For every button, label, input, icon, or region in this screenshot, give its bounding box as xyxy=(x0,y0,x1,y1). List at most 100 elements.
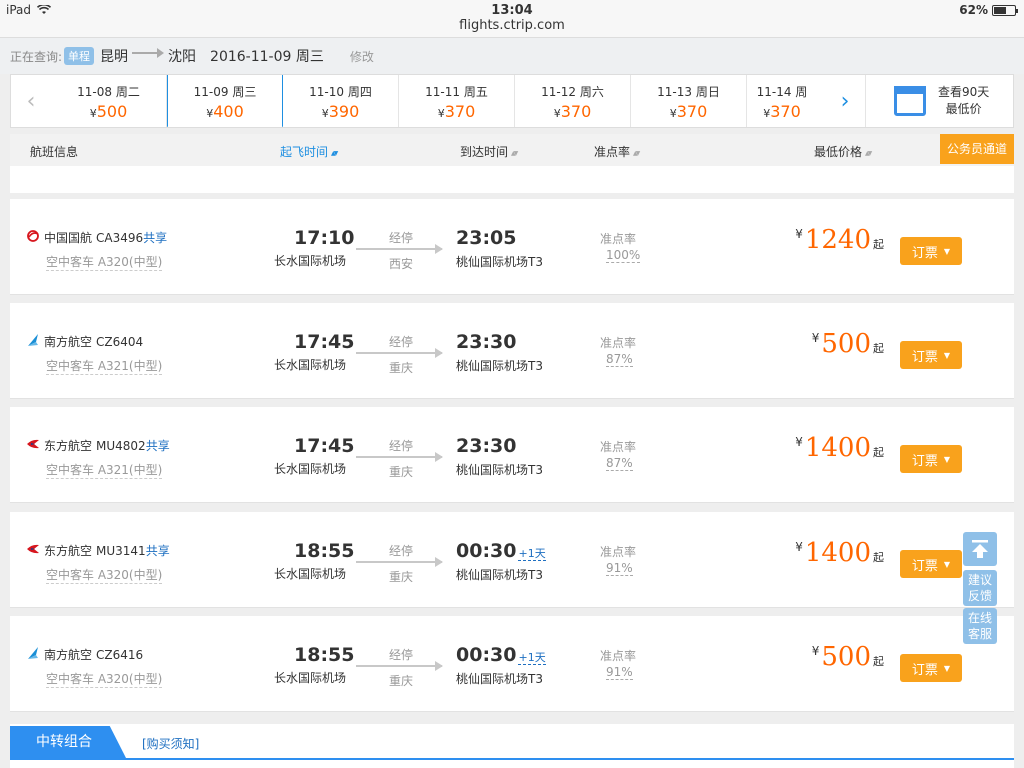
departure-airport: 长水国际机场 xyxy=(274,567,347,581)
next-day-tag[interactable]: +1天 xyxy=(518,651,546,665)
stopover-label: 经停 xyxy=(389,648,414,662)
china-eastern-logo-icon xyxy=(26,437,44,454)
caret-down-icon: ▼ xyxy=(943,559,951,569)
price-from-label: 起 xyxy=(873,238,884,251)
airline-info: 南方航空 CZ6404 xyxy=(26,333,143,350)
lowest-price: ¥500 起 xyxy=(812,642,884,672)
stopover-city: 重庆 xyxy=(389,465,414,479)
sort-arrival-time[interactable]: 到达时间 xyxy=(460,143,516,160)
date-tab-price: ¥370 xyxy=(437,102,476,121)
flight-row[interactable]: 中国国航 CA3496 共享 空中客车 A320(中型) 17:10 长水国际机场 经停 西安… xyxy=(10,199,1014,295)
battery-percent: 62% xyxy=(959,3,988,17)
date-tab[interactable]: 11-08 周二 ¥500 xyxy=(51,75,167,127)
aircraft-type[interactable]: 空中客车 A320(中型) xyxy=(46,566,163,584)
book-ticket-button[interactable]: 订票 ▼ xyxy=(900,341,962,369)
aircraft-type[interactable]: 空中客车 A321(中型) xyxy=(46,461,163,479)
date-tab-active[interactable]: 11-09 周三 ¥400 xyxy=(167,75,283,127)
arrow-up-icon xyxy=(972,540,988,558)
airline-info: 东方航空 MU4802 共享 xyxy=(26,437,170,454)
book-ticket-button[interactable]: 订票 ▼ xyxy=(900,654,962,682)
book-ticket-button[interactable]: 订票 ▼ xyxy=(900,237,962,265)
book-ticket-button[interactable]: 订票 ▼ xyxy=(900,550,962,578)
departure-time: 17:10 xyxy=(294,227,355,249)
stopover-label: 经停 xyxy=(389,544,414,558)
codeshare-tag[interactable]: 共享 xyxy=(143,229,167,246)
calendar-lowest-price[interactable]: 查看90天 最低价 xyxy=(865,75,1013,127)
next-day-tag[interactable]: +1天 xyxy=(518,547,546,561)
departure-airport: 长水国际机场 xyxy=(274,671,347,685)
next-dates-chevron-icon[interactable]: › xyxy=(825,75,865,127)
arrival-time: 23:30 xyxy=(456,435,516,457)
flight-row[interactable]: 东方航空 MU3141 共享 空中客车 A320(中型) 18:55 长水国际机场 经停 重庆… xyxy=(10,512,1014,608)
flight-row[interactable]: 南方航空 CZ6416 空中客车 A320(中型) 18:55 长水国际机场 经停 重庆 00… xyxy=(10,616,1014,712)
price-value: 1400 xyxy=(804,433,871,463)
currency-symbol: ¥ xyxy=(795,540,803,554)
caret-down-icon: ▼ xyxy=(943,350,951,360)
book-ticket-button[interactable]: 订票 ▼ xyxy=(900,445,962,473)
date-tab[interactable]: 11-13 周日 ¥370 xyxy=(631,75,747,127)
currency-symbol: ¥ xyxy=(811,331,820,345)
date-tab-price: ¥390 xyxy=(321,102,360,121)
query-bar: 正在查询: 单程 昆明 沈阳 2016-11-09 周三 修改 xyxy=(0,38,1024,74)
aircraft-type[interactable]: 空中客车 A320(中型) xyxy=(46,253,163,271)
stopover-city: 重庆 xyxy=(389,674,414,688)
date-tab[interactable]: 11-12 周六 ¥370 xyxy=(515,75,631,127)
col-flight-info: 航班信息 xyxy=(30,145,79,159)
route-arrow-icon xyxy=(356,244,443,254)
punctuality-value[interactable]: 91% xyxy=(606,665,633,680)
arrival-time-value: 23:30 xyxy=(456,435,517,457)
sort-departure-time[interactable]: 起飞时间 xyxy=(280,143,336,160)
civil-servant-channel-button[interactable]: 公务员通道 xyxy=(940,134,1014,164)
punctuality-label: 准点率 xyxy=(600,545,637,559)
arrival-airport: 桃仙国际机场T3 xyxy=(456,463,543,477)
online-service-button[interactable]: 在线 客服 xyxy=(963,608,997,644)
url-bar[interactable]: flights.ctrip.com xyxy=(0,18,1024,38)
price-value: 1400 xyxy=(804,538,871,568)
caret-down-icon: ▼ xyxy=(943,663,951,673)
arrival-time: 00:30 +1天 xyxy=(456,644,546,666)
arrival-airport: 桃仙国际机场T3 xyxy=(456,255,543,269)
service-label: 客服 xyxy=(967,627,992,641)
calendar-line1: 查看90天 xyxy=(938,85,990,99)
punctuality-value[interactable]: 87% xyxy=(606,456,633,471)
date-tab-date: 11-10 周四 xyxy=(309,85,372,99)
punctuality-value[interactable]: 100% xyxy=(606,248,641,263)
flight-number: CZ6416 xyxy=(96,647,144,662)
codeshare-tag[interactable]: 共享 xyxy=(146,542,170,559)
aircraft-type[interactable]: 空中客车 A320(中型) xyxy=(46,670,163,688)
stopover-city: 重庆 xyxy=(389,361,414,375)
airline-name: 南方航空 xyxy=(44,648,93,662)
edit-query-link[interactable]: 修改 xyxy=(350,48,374,65)
from-city: 昆明 xyxy=(100,49,129,65)
departure-time: 18:55 xyxy=(294,540,355,562)
prev-dates-chevron-icon[interactable]: ‹ xyxy=(11,75,51,127)
column-header: 航班信息 起飞时间 到达时间 准点率 最低价格 公务员通道 xyxy=(10,134,1014,166)
punctuality-value[interactable]: 87% xyxy=(606,352,633,367)
status-bar: iPad 13:04 62% xyxy=(0,0,1024,20)
flight-row[interactable]: 东方航空 MU4802 共享 空中客车 A321(中型) 17:45 长水国际机场 经停 重庆… xyxy=(10,407,1014,503)
aircraft-type[interactable]: 空中客车 A321(中型) xyxy=(46,357,163,375)
back-to-top-button[interactable] xyxy=(963,532,997,566)
punctuality-value[interactable]: 91% xyxy=(606,561,633,576)
currency-symbol: ¥ xyxy=(795,435,803,449)
date-tab[interactable]: 11-10 周四 ¥390 xyxy=(283,75,399,127)
date-tab[interactable]: 11-11 周五 ¥370 xyxy=(399,75,515,127)
sort-lowest-price[interactable]: 最低价格 xyxy=(814,143,870,160)
transfer-tab[interactable]: 中转组合 xyxy=(10,726,126,758)
date-selector: ‹ 11-08 周二 ¥500 11-09 周三 ¥400 11-10 周四 ¥390… xyxy=(10,74,1014,128)
departure-time: 17:45 xyxy=(294,331,355,353)
list-item-partial xyxy=(10,166,1014,193)
china-southern-logo-icon xyxy=(26,646,44,663)
purchase-notice-link[interactable]: [购买须知] xyxy=(142,735,199,752)
date-tab[interactable]: 11-14 周 ¥370 xyxy=(747,75,817,127)
airline-name: 南方航空 xyxy=(44,335,93,349)
arrival-airport: 桃仙国际机场T3 xyxy=(456,568,543,582)
flight-number: MU3141 xyxy=(96,543,146,558)
flight-row[interactable]: 南方航空 CZ6404 空中客车 A321(中型) 17:45 长水国际机场 经停 重庆 23… xyxy=(10,303,1014,399)
book-label: 订票 xyxy=(911,453,938,469)
caret-down-icon: ▼ xyxy=(943,246,951,256)
to-city: 沈阳 xyxy=(168,49,197,65)
codeshare-tag[interactable]: 共享 xyxy=(146,437,170,454)
sort-punctuality[interactable]: 准点率 xyxy=(594,143,638,160)
feedback-button[interactable]: 建议 反馈 xyxy=(963,570,997,606)
